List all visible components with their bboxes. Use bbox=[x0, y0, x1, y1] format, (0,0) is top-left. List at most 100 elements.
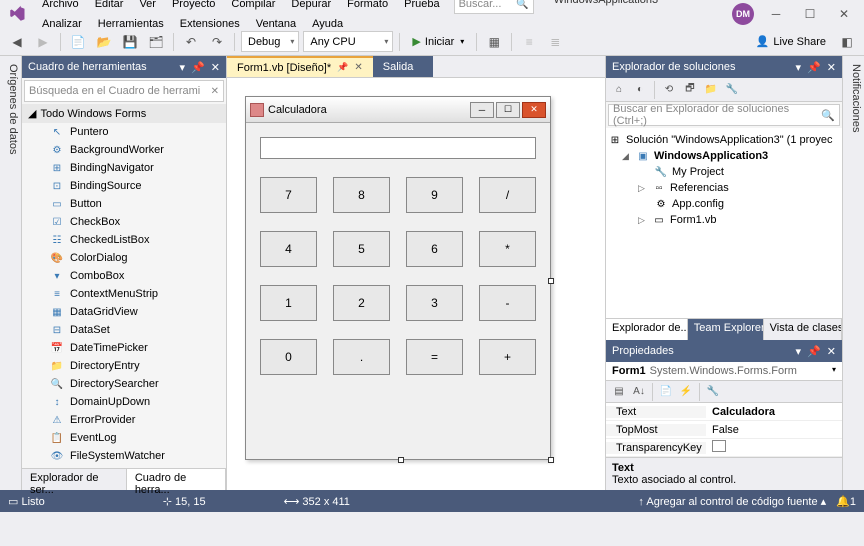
my-project-node[interactable]: 🔧My Project bbox=[608, 164, 840, 180]
close-icon[interactable]: ✕ bbox=[827, 345, 836, 358]
refresh-icon[interactable]: 🗗 bbox=[681, 81, 699, 99]
start-button[interactable]: ▶Iniciar▾ bbox=[406, 35, 470, 48]
toolbox-item[interactable]: ≡ContextMenuStrip bbox=[22, 285, 226, 303]
platform-combo[interactable]: Any CPU bbox=[303, 31, 393, 52]
toolbox-item[interactable]: 👁FileSystemWatcher bbox=[22, 447, 226, 465]
property-row[interactable]: TextCalculadora bbox=[606, 403, 842, 421]
pin-icon[interactable]: 📌 bbox=[337, 62, 348, 73]
properties-object-selector[interactable]: Form1System.Windows.Forms.Form▾ bbox=[606, 362, 842, 381]
feedback-button[interactable]: ◧ bbox=[836, 31, 858, 53]
menu-proyecto[interactable]: Proyecto bbox=[164, 0, 223, 14]
calc-button[interactable]: * bbox=[479, 231, 536, 267]
close-icon[interactable]: ✕ bbox=[211, 61, 220, 74]
sync-icon[interactable]: ⟲ bbox=[660, 81, 678, 99]
pin-icon[interactable]: 📌 bbox=[807, 345, 821, 358]
calc-button[interactable]: 1 bbox=[260, 285, 317, 321]
close-icon[interactable]: ✕ bbox=[354, 62, 362, 73]
menu-archivo[interactable]: Archivo bbox=[34, 0, 87, 14]
form-designer[interactable]: Calculadora ─ ☐ ✕ 789/456*123-0.=+ bbox=[227, 78, 605, 490]
toolbox-tab[interactable]: Cuadro de herra... bbox=[127, 469, 226, 490]
pin-icon[interactable]: 📌 bbox=[191, 61, 205, 74]
server-explorer-tab[interactable]: Explorador de ser... bbox=[22, 469, 127, 490]
toolbox-item[interactable]: 🎨ColorDialog bbox=[22, 249, 226, 267]
form1-node[interactable]: ▷▭Form1.vb bbox=[608, 212, 840, 228]
config-combo[interactable]: Debug bbox=[241, 31, 299, 52]
toolbox-item[interactable]: ⊡BindingSource bbox=[22, 177, 226, 195]
calc-button[interactable]: 5 bbox=[333, 231, 390, 267]
calc-button[interactable]: + bbox=[479, 339, 536, 375]
toolbox-item[interactable]: ⊟DataSet bbox=[22, 321, 226, 339]
calc-button[interactable]: 3 bbox=[406, 285, 463, 321]
references-node[interactable]: ▷▫▫Referencias bbox=[608, 180, 840, 196]
clear-icon[interactable]: ✕ bbox=[211, 86, 219, 97]
notifications-button[interactable]: 🔔1 bbox=[836, 495, 856, 508]
menu-compilar[interactable]: Compilar bbox=[223, 0, 283, 14]
menu-prueba[interactable]: Prueba bbox=[396, 0, 447, 14]
toolbox-item[interactable]: ↕DomainUpDown bbox=[22, 393, 226, 411]
live-share-button[interactable]: 👤Live Share bbox=[750, 35, 832, 48]
quick-launch-search[interactable]: Buscar...🔍 bbox=[454, 0, 534, 14]
show-all-icon[interactable]: 📁 bbox=[702, 81, 720, 99]
toolbox-item[interactable]: ⚠ErrorProvider bbox=[22, 411, 226, 429]
toolbox-group[interactable]: ◢Todo Windows Forms bbox=[22, 104, 226, 123]
calc-button[interactable]: 2 bbox=[333, 285, 390, 321]
calc-button[interactable]: 9 bbox=[406, 177, 463, 213]
toolbox-item[interactable]: ↖Puntero bbox=[22, 123, 226, 141]
toolbox-item[interactable]: ⊞BindingNavigator bbox=[22, 159, 226, 177]
close-icon[interactable]: ✕ bbox=[827, 61, 836, 74]
properties-icon[interactable]: 📄 bbox=[657, 383, 675, 401]
user-avatar[interactable]: DM bbox=[732, 3, 754, 25]
solution-root[interactable]: ⊞Solución "WindowsApplication3" (1 proye… bbox=[608, 132, 840, 148]
menu-formato[interactable]: Formato bbox=[339, 0, 396, 14]
notifications-tab[interactable]: Notificaciones bbox=[842, 56, 864, 490]
property-row[interactable]: TopMostFalse bbox=[606, 421, 842, 439]
close-button[interactable]: ✕ bbox=[832, 4, 856, 24]
toolbox-item[interactable]: 🔍DirectorySearcher bbox=[22, 375, 226, 393]
project-node[interactable]: ◢▣WindowsApplication3 bbox=[608, 148, 840, 164]
toolbox-item[interactable]: ▦DataGridView bbox=[22, 303, 226, 321]
property-pages-icon[interactable]: 🔧 bbox=[704, 383, 722, 401]
redo-button[interactable]: ↷ bbox=[206, 31, 228, 53]
menu-editar[interactable]: Editar bbox=[87, 0, 132, 14]
calc-button[interactable]: . bbox=[333, 339, 390, 375]
pin-icon[interactable]: ▾ bbox=[180, 61, 186, 74]
toggle-icon[interactable]: ◐ bbox=[631, 81, 649, 99]
save-button[interactable]: 💾 bbox=[119, 31, 141, 53]
forward-button[interactable]: ▶ bbox=[32, 31, 54, 53]
form-window[interactable]: Calculadora ─ ☐ ✕ 789/456*123-0.=+ bbox=[245, 96, 551, 460]
toolbox-item[interactable]: ▾ComboBox bbox=[22, 267, 226, 285]
form-designer-tab[interactable]: Form1.vb [Diseño]*📌✕ bbox=[227, 56, 373, 77]
solution-search[interactable]: Buscar en Explorador de soluciones (Ctrl… bbox=[608, 104, 840, 126]
maximize-button[interactable]: ☐ bbox=[798, 4, 822, 24]
back-button[interactable]: ◀ bbox=[6, 31, 28, 53]
calc-button[interactable]: 8 bbox=[333, 177, 390, 213]
undo-button[interactable]: ↶ bbox=[180, 31, 202, 53]
calc-button[interactable]: / bbox=[479, 177, 536, 213]
calc-button[interactable]: = bbox=[406, 339, 463, 375]
datasources-tab[interactable]: Orígenes de datos bbox=[0, 56, 22, 490]
expander-icon[interactable]: ▷ bbox=[638, 183, 648, 194]
property-row[interactable]: TransparencyKey bbox=[606, 439, 842, 457]
properties-icon[interactable]: 🔧 bbox=[723, 81, 741, 99]
home-icon[interactable]: ⌂ bbox=[610, 81, 628, 99]
solution-explorer-tab[interactable]: Explorador de... bbox=[606, 319, 688, 340]
options-icon[interactable]: ▾ bbox=[796, 61, 802, 74]
menu-depurar[interactable]: Depurar bbox=[283, 0, 339, 14]
open-button[interactable]: 📂 bbox=[93, 31, 115, 53]
calc-button[interactable]: - bbox=[479, 285, 536, 321]
align-icon[interactable]: ▦ bbox=[483, 31, 505, 53]
calc-button[interactable]: 0 bbox=[260, 339, 317, 375]
toolbox-item[interactable]: ⚙BackgroundWorker bbox=[22, 141, 226, 159]
alphabetical-icon[interactable]: A↓ bbox=[630, 383, 648, 401]
events-icon[interactable]: ⚡ bbox=[677, 383, 695, 401]
new-project-button[interactable]: 📄 bbox=[67, 31, 89, 53]
output-tab[interactable]: Salida bbox=[373, 56, 434, 77]
pin-icon[interactable]: 📌 bbox=[807, 61, 821, 74]
toolbox-item[interactable]: 📋EventLog bbox=[22, 429, 226, 447]
toolbox-item[interactable]: 📁DirectoryEntry bbox=[22, 357, 226, 375]
toolbox-item[interactable]: ☑CheckBox bbox=[22, 213, 226, 231]
source-control-button[interactable]: ↑ Agregar al control de código fuente ▴ bbox=[638, 495, 826, 508]
menu-ver[interactable]: Ver bbox=[131, 0, 164, 14]
layout-icon-2[interactable]: ≣ bbox=[544, 31, 566, 53]
toolbox-item[interactable]: ☷CheckedListBox bbox=[22, 231, 226, 249]
